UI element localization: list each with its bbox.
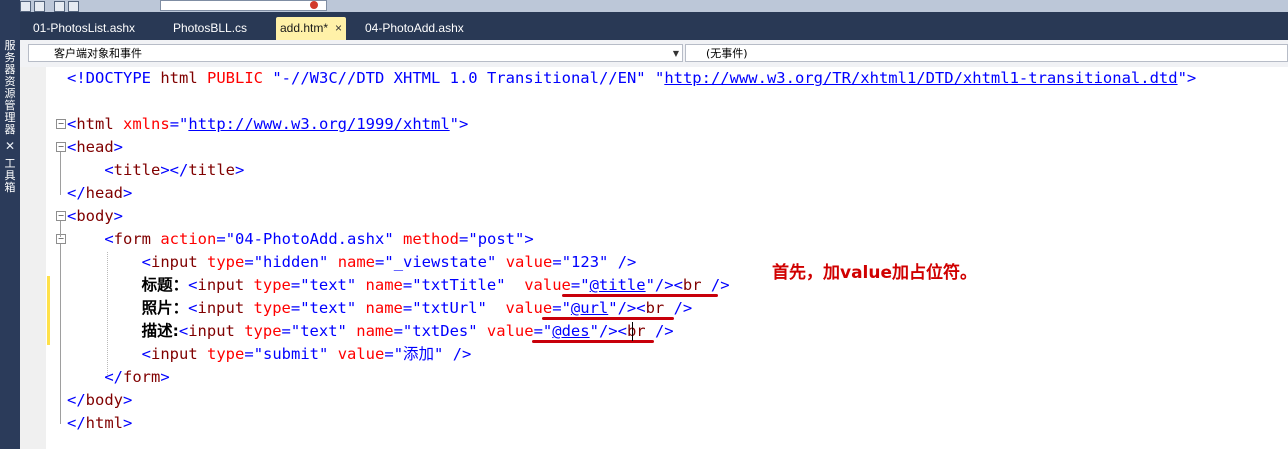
text-cursor: [632, 322, 633, 341]
code-line: </head>: [67, 184, 133, 202]
annotation-note: 首先，加value加占位符。: [772, 263, 978, 283]
dropdown-value: 客户端对象和事件: [54, 47, 142, 60]
code-line: <title></title>: [104, 161, 245, 179]
toolbox-tab[interactable]: 工具箱: [1, 158, 19, 194]
left-tool-strip: 服务器资源管理器 ✕ 工具箱: [0, 0, 20, 449]
tab-photos-bll[interactable]: PhotosBLL.cs: [173, 17, 247, 40]
fold-line: [60, 244, 61, 424]
code-line: <html xmlns="http://www.w3.org/1999/xhtm…: [67, 115, 469, 133]
code-line: <input type="hidden" name="_viewstate" v…: [141, 253, 637, 271]
photo-label: 照片：: [141, 299, 189, 317]
fold-toggle-icon[interactable]: −: [56, 142, 66, 152]
dropdown-value: (无事件): [706, 47, 748, 60]
code-editor[interactable]: − − − − <!DOCTYPE html PUBLIC "-//W3C//D…: [20, 67, 1288, 449]
server-explorer-label: 服务器资源管理器: [4, 39, 16, 136]
toolbar-button-icon[interactable]: [54, 1, 65, 12]
editor-gutter: [20, 67, 46, 449]
code-line: </body>: [67, 391, 133, 409]
red-underline-mark: [562, 294, 718, 297]
tab-label: 04-PhotoAdd.ashx: [365, 21, 464, 35]
code-line: <!DOCTYPE html PUBLIC "-//W3C//DTD XHTML…: [67, 69, 1197, 87]
events-dropdown[interactable]: (无事件): [685, 44, 1288, 62]
xmlns-link[interactable]: http://www.w3.org/1999/xhtml: [188, 115, 449, 133]
code-line: <input type="submit" value="添加" />: [141, 345, 472, 363]
ide-window: 服务器资源管理器 ✕ 工具箱 01-PhotosList.ashx Photos…: [0, 0, 1288, 449]
toolbox-label: 工具箱: [4, 157, 16, 194]
toolbar-button-icon[interactable]: [20, 1, 31, 12]
client-objects-dropdown[interactable]: 客户端对象和事件 ▼: [28, 44, 683, 62]
toolbar-button-icon[interactable]: [34, 1, 45, 12]
fold-toggle-icon[interactable]: −: [56, 119, 66, 129]
document-tab-strip: 01-PhotosList.ashx PhotosBLL.cs add.htm*…: [20, 12, 1288, 40]
tab-label: 01-PhotosList.ashx: [33, 21, 136, 35]
code-line: <head>: [67, 138, 124, 156]
tab-label: add.htm*: [280, 21, 329, 35]
toolbar: [20, 0, 1288, 12]
doctype-link[interactable]: http://www.w3.org/TR/xhtml1/DTD/xhtml1-t…: [664, 69, 1177, 87]
changed-lines-marker: [47, 276, 50, 345]
tab-photos-list[interactable]: 01-PhotosList.ashx: [33, 17, 135, 40]
chevron-down-icon: ▼: [672, 49, 679, 58]
description-label: 描述:: [141, 322, 179, 340]
fold-toggle-icon[interactable]: −: [56, 234, 66, 244]
tab-photo-add[interactable]: 04-PhotoAdd.ashx: [365, 17, 464, 40]
red-underline-mark: [542, 317, 674, 320]
navigation-bar: 客户端对象和事件 ▼ (无事件): [20, 40, 1288, 68]
code-line: <body>: [67, 207, 124, 225]
toolbar-combo[interactable]: [160, 0, 327, 11]
toolbar-button-icon[interactable]: [68, 1, 79, 12]
tab-label: PhotosBLL.cs: [173, 21, 248, 35]
red-underline-mark: [532, 340, 654, 343]
toolbox-icon[interactable]: ✕: [1, 140, 19, 152]
code-line: </form>: [104, 368, 170, 386]
fold-toggle-icon[interactable]: −: [56, 211, 66, 221]
code-line: <form action="04-PhotoAdd.ashx" method="…: [104, 230, 534, 248]
debug-icon[interactable]: [310, 1, 318, 9]
tab-add-htm[interactable]: add.htm* ×: [276, 17, 347, 40]
close-icon[interactable]: ×: [335, 17, 342, 39]
server-explorer-tab[interactable]: 服务器资源管理器: [1, 40, 19, 136]
fold-line: [60, 221, 61, 237]
code-line: </html>: [67, 414, 133, 432]
title-label: 标题：: [141, 276, 189, 294]
fold-line: [60, 152, 61, 195]
